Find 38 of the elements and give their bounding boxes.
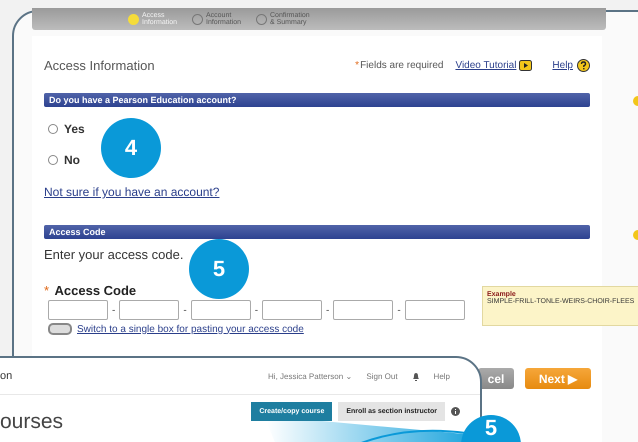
separator: - (183, 304, 187, 316)
help-link[interactable]: Help (434, 372, 450, 380)
section-header-bar: Do you have a Pearson Education account? (44, 93, 590, 107)
code-input-field[interactable] (48, 300, 108, 320)
code-input-field[interactable] (190, 300, 251, 320)
code-input-field[interactable] (333, 300, 394, 320)
required-mark: * (355, 60, 360, 70)
section-title: Access Information (44, 58, 156, 72)
switch-link[interactable]: Switch to a single box for pasting your access code (77, 324, 304, 334)
video-tutorial-link[interactable]: Video Tutorial (455, 60, 516, 70)
toggle-switch[interactable] (48, 323, 72, 335)
code-input-field[interactable] (404, 300, 465, 320)
brand-text: on (0, 370, 14, 382)
radio-button[interactable] (48, 154, 58, 164)
separator: - (254, 304, 258, 316)
separator: - (112, 304, 116, 316)
info-icon (451, 407, 460, 416)
cancel-button[interactable]: cel (478, 368, 514, 389)
code-input-field[interactable] (262, 300, 322, 320)
required-mark: * (44, 283, 50, 298)
field-label: Access Code (54, 283, 136, 298)
help-icon (577, 58, 590, 72)
instruction-text: Enter your access code. (44, 247, 184, 262)
radio-label: No (64, 152, 80, 166)
page-heading: ourses (0, 410, 64, 434)
code-input-field[interactable] (119, 300, 180, 320)
help-link[interactable]: Help (552, 60, 573, 70)
separator: - (397, 304, 401, 316)
sign-out-link[interactable]: Sign Out (366, 372, 398, 380)
separator: - (326, 304, 330, 316)
section-header-bar: Access Code (44, 225, 590, 239)
play-icon (519, 60, 532, 70)
radio-label: Yes (64, 122, 85, 136)
radio-button[interactable] (48, 124, 58, 134)
user-menu[interactable]: Hi, Jessica Patterson ⌄ (268, 372, 352, 380)
account-help-link[interactable]: Not sure if you have an account? (44, 185, 220, 199)
bell-icon[interactable] (412, 372, 420, 380)
required-note: Fields are required (360, 60, 444, 70)
